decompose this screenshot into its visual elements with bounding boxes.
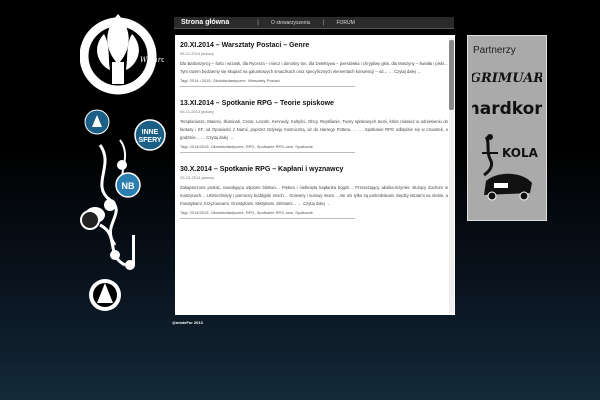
badge-triangle-icon: [84, 109, 110, 135]
partner-hardkon-logo[interactable]: hardkon: [472, 94, 542, 120]
post-divider: [180, 218, 355, 219]
nav-about-link[interactable]: O stowarzyszeniu: [265, 20, 316, 26]
nav-forum-link[interactable]: FORUM: [330, 20, 360, 26]
svg-text:SFERY: SFERY: [138, 137, 161, 144]
post-meta: 05-11-2014 jadowy: [180, 51, 214, 56]
nav-separator: |: [322, 19, 325, 26]
svg-text:NB: NB: [122, 181, 135, 191]
post-divider: [180, 152, 355, 153]
post-excerpt: Dla Barbarzyncy – furto i wrzask, dla Ry…: [180, 61, 448, 74]
inne-sfery-badge: INNE SFERY: [134, 119, 166, 151]
scrollbar-thumb[interactable]: [449, 40, 454, 110]
posts-panel: 20.XI.2014 – Warsztaty Postaci – Genre 0…: [175, 35, 455, 315]
decorative-side-art: INNE SFERY NB: [80, 109, 166, 311]
svg-text:GRIMUAR: GRIMUAR: [472, 71, 542, 86]
post-excerpt: Templariusze, Masoni, Illuminati, Cezar,…: [180, 119, 448, 140]
partners-title: Partnerzy: [473, 45, 516, 56]
post-tags[interactable]: Tagi: 2014 i 2015, Okolofantastyczne, Wa…: [180, 78, 448, 83]
post: 20.XI.2014 – Warsztaty Postaci – Genre 0…: [180, 42, 448, 87]
post: 30.X.2014 – Spotkanie RPG – Kapłani i wy…: [180, 166, 448, 219]
partner-grimuar-logo[interactable]: GRIMUAR: [472, 63, 542, 89]
post-title-link[interactable]: 13.XI.2014 – Spotkanie RPG – Teorie spis…: [180, 100, 448, 107]
post-divider: [180, 86, 355, 87]
partner-kola-logo[interactable]: KOLA: [472, 133, 542, 213]
nb-badge: NB: [115, 172, 141, 198]
post-meta: 05-11-2014 jadowy: [180, 109, 214, 114]
svg-text:KOLA: KOLA: [502, 146, 539, 160]
nav-separator: |: [257, 19, 259, 26]
site-logo[interactable]: Wichroforf: [80, 4, 164, 100]
svg-text:hardkon: hardkon: [472, 99, 542, 119]
post-excerpt: Zakapturzona postać, nawołująca uśpione …: [180, 185, 448, 206]
main-nav: Strona główna | O stowarzyszeniu | FORUM: [174, 17, 454, 29]
partners-sidebar: Partnerzy GRIMUAR hardkon KOLA: [467, 35, 547, 221]
post-title-link[interactable]: 20.XI.2014 – Warsztaty Postaci – Genre: [180, 42, 448, 49]
post-tags[interactable]: Tagi: 2014/2015, Okolofantastyczne, RPG,…: [180, 210, 448, 215]
post: 13.XI.2014 – Spotkanie RPG – Teorie spis…: [180, 100, 448, 153]
post-tags[interactable]: Tagi: 2014/2015, Okolofantastyczne, RPG,…: [180, 144, 448, 149]
copyright-text: @misteFor 2013: [172, 320, 203, 325]
post-meta: 25-10-2014 jadowy: [180, 175, 215, 180]
nav-home-link[interactable]: Strona główna: [174, 19, 251, 26]
svg-text:INNE: INNE: [142, 129, 159, 136]
post-title-link[interactable]: 30.X.2014 – Spotkanie RPG – Kapłani i wy…: [180, 166, 448, 173]
logo-wordmark: Wichroforf: [140, 56, 164, 64]
content-scrollbar[interactable]: [449, 38, 454, 313]
